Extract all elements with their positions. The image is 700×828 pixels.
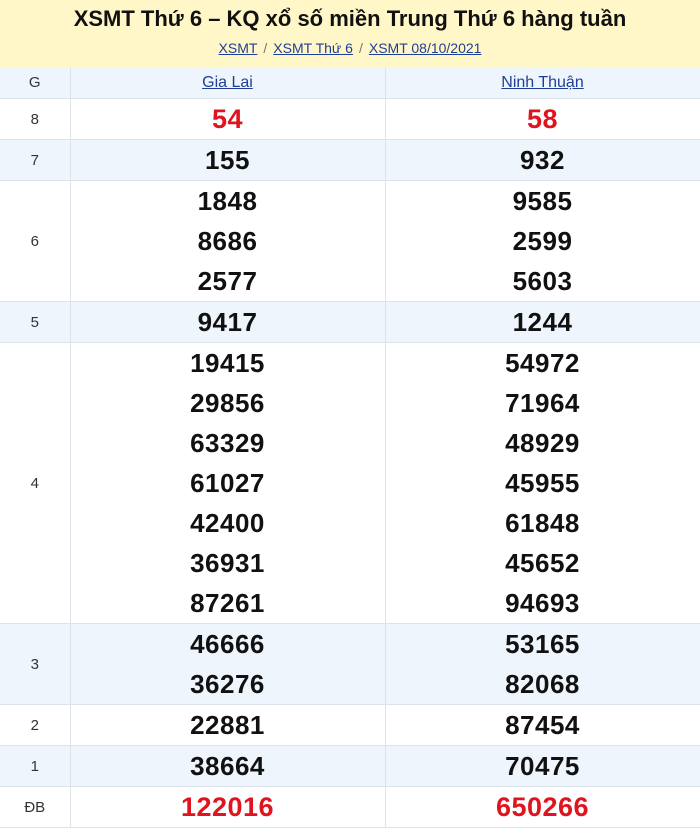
result-number: 87261 xyxy=(190,588,265,618)
result-number: 22881 xyxy=(190,710,265,740)
results-table: G Gia Lai Ninh Thuận 8 54 58 7 155 932 6 1848 86… xyxy=(0,67,700,828)
result-number: 54 xyxy=(211,104,244,134)
result-number: 122016 xyxy=(180,792,275,822)
province-link-ninh-thuan[interactable]: Ninh Thuận xyxy=(501,74,583,91)
prize-label: 4 xyxy=(0,342,71,624)
result-number: 71964 xyxy=(505,388,580,418)
prize-label: 2 xyxy=(0,704,71,746)
result-number: 29856 xyxy=(190,388,265,418)
result-number: 82068 xyxy=(505,669,580,699)
prize-label: 3 xyxy=(0,623,71,705)
page-header: XSMT Thứ 6 – KQ xổ số miền Trung Thứ 6 h… xyxy=(0,0,700,67)
result-cell: 70475 xyxy=(385,745,700,787)
result-number: 36931 xyxy=(190,548,265,578)
result-number: 1244 xyxy=(512,307,573,337)
result-number: 61848 xyxy=(505,508,580,538)
table-row: 1 38664 70475 xyxy=(0,745,700,787)
result-number: 61027 xyxy=(190,468,265,498)
result-number: 19415 xyxy=(190,348,265,378)
result-cell: 54972 71964 48929 45955 61848 45652 94693 xyxy=(385,342,700,624)
result-number: 2577 xyxy=(197,266,258,296)
result-number: 87454 xyxy=(505,710,580,740)
result-number: 45955 xyxy=(505,468,580,498)
result-number: 8686 xyxy=(197,226,258,256)
table-row: 8 54 58 xyxy=(0,98,700,140)
result-cell: 1848 8686 2577 xyxy=(70,180,386,302)
prize-column-header: G xyxy=(0,67,71,99)
prize-label: 6 xyxy=(0,180,71,302)
page-title: XSMT Thứ 6 – KQ xổ số miền Trung Thứ 6 h… xyxy=(73,6,627,31)
breadcrumb-link-xsmt-thu-6[interactable]: XSMT Thứ 6 xyxy=(273,40,353,56)
breadcrumb-link-date[interactable]: XSMT 08/10/2021 xyxy=(369,40,482,56)
result-cell: 87454 xyxy=(385,704,700,746)
result-number: 53165 xyxy=(505,629,580,659)
table-row: 5 9417 1244 xyxy=(0,301,700,343)
results-body: 8 54 58 7 155 932 6 1848 8686 2577 9585 2599 5603 5 94… xyxy=(0,98,700,828)
result-cell: 54 xyxy=(70,98,386,140)
result-number: 1848 xyxy=(197,186,258,216)
result-number: 155 xyxy=(205,145,250,175)
result-number: 2599 xyxy=(512,226,573,256)
table-row: 7 155 932 xyxy=(0,139,700,181)
result-cell: 22881 xyxy=(70,704,386,746)
prize-label: 5 xyxy=(0,301,71,343)
result-number: 9417 xyxy=(197,307,258,337)
result-cell: 932 xyxy=(385,139,700,181)
result-cell: 38664 xyxy=(70,745,386,787)
province-header: Ninh Thuận xyxy=(385,67,700,99)
result-number: 70475 xyxy=(505,751,580,781)
table-header-row: G Gia Lai Ninh Thuận xyxy=(0,67,700,99)
prize-label: 7 xyxy=(0,139,71,181)
result-number: 46666 xyxy=(190,629,265,659)
result-cell: 9585 2599 5603 xyxy=(385,180,700,302)
table-row: 4 19415 29856 63329 61027 42400 36931 87261 5497… xyxy=(0,342,700,624)
result-number: 58 xyxy=(526,104,559,134)
result-cell: 155 xyxy=(70,139,386,181)
result-cell: 19415 29856 63329 61027 42400 36931 87261 xyxy=(70,342,386,624)
result-number: 5603 xyxy=(512,266,573,296)
breadcrumb: XSMT / XSMT Thứ 6 / XSMT 08/10/2021 xyxy=(0,39,700,57)
table-row: 2 22881 87454 xyxy=(0,704,700,746)
result-number: 94693 xyxy=(505,588,580,618)
result-number: 650266 xyxy=(495,792,590,822)
result-number: 63329 xyxy=(190,428,265,458)
prize-label: 1 xyxy=(0,745,71,787)
province-link-gia-lai[interactable]: Gia Lai xyxy=(202,74,253,91)
result-number: 48929 xyxy=(505,428,580,458)
result-cell: 650266 xyxy=(385,786,700,828)
table-row: 3 46666 36276 53165 82068 xyxy=(0,623,700,705)
province-header: Gia Lai xyxy=(70,67,386,99)
result-cell: 58 xyxy=(385,98,700,140)
breadcrumb-separator: / xyxy=(358,40,363,56)
result-number: 9585 xyxy=(512,186,573,216)
result-cell: 1244 xyxy=(385,301,700,343)
result-number: 932 xyxy=(520,145,565,175)
result-cell: 122016 xyxy=(70,786,386,828)
result-cell: 53165 82068 xyxy=(385,623,700,705)
result-number: 36276 xyxy=(190,669,265,699)
breadcrumb-separator: / xyxy=(263,40,268,56)
result-number: 54972 xyxy=(505,348,580,378)
table-row: ĐB 122016 650266 xyxy=(0,786,700,828)
result-cell: 9417 xyxy=(70,301,386,343)
table-row: 6 1848 8686 2577 9585 2599 5603 xyxy=(0,180,700,302)
result-number: 45652 xyxy=(505,548,580,578)
prize-label: ĐB xyxy=(0,786,71,828)
breadcrumb-link-xsmt[interactable]: XSMT xyxy=(219,40,258,56)
result-cell: 46666 36276 xyxy=(70,623,386,705)
result-number: 42400 xyxy=(190,508,265,538)
prize-label: 8 xyxy=(0,98,71,140)
result-number: 38664 xyxy=(190,751,265,781)
